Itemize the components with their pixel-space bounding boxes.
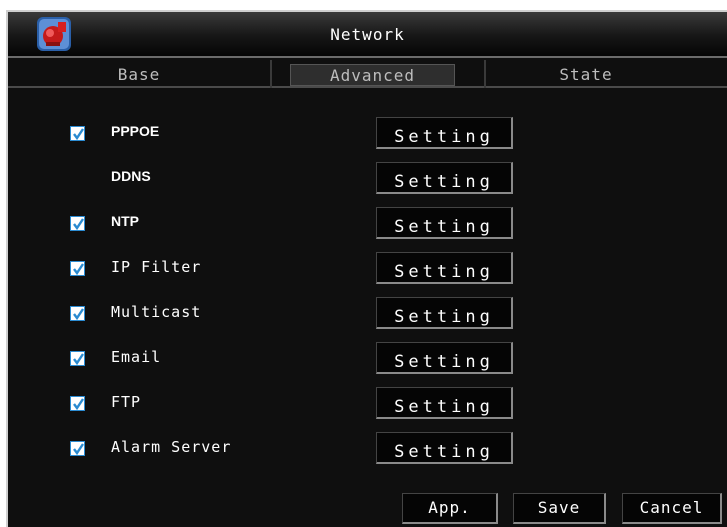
ddns-setting-button[interactable]: Setting [376,162,513,194]
list-item-pppoe: PPPOE Setting [8,117,727,151]
apply-button[interactable]: App. [402,493,498,524]
pppoe-setting-button[interactable]: Setting [376,117,513,149]
ddns-label: DDNS [111,168,151,184]
list-item-ftp: FTP Setting [8,387,727,421]
network-window: Network Base Advanced State PPPOE Settin… [6,10,727,527]
list-item-alarm-server: Alarm Server Setting [8,432,727,466]
ftp-label: FTP [111,393,142,411]
ntp-setting-button[interactable]: Setting [376,207,513,239]
multicast-setting-button[interactable]: Setting [376,297,513,329]
ntp-checkbox[interactable] [70,216,85,231]
check-icon [73,308,84,321]
check-icon [73,218,84,231]
list-item-email: Email Setting [8,342,727,376]
check-icon [73,263,84,276]
multicast-checkbox[interactable] [70,306,85,321]
alarm-server-checkbox[interactable] [70,441,85,456]
save-button[interactable]: Save [513,493,606,524]
email-checkbox[interactable] [70,351,85,366]
title-bar: Network [8,12,727,58]
check-icon [73,443,84,456]
cancel-button[interactable]: Cancel [622,493,722,524]
tab-advanced[interactable]: Advanced [290,64,455,86]
tab-divider [270,60,272,88]
email-setting-button[interactable]: Setting [376,342,513,374]
ip-filter-setting-button[interactable]: Setting [376,252,513,284]
pppoe-checkbox[interactable] [70,126,85,141]
alarm-server-label: Alarm Server [111,438,232,456]
multicast-label: Multicast [111,303,202,321]
ntp-label: NTP [111,213,139,229]
window-title: Network [330,25,405,44]
pppoe-label: PPPOE [111,123,160,139]
list-item-multicast: Multicast Setting [8,297,727,331]
ftp-checkbox[interactable] [70,396,85,411]
ip-filter-label: IP Filter [111,258,202,276]
tab-base[interactable]: Base [8,64,270,86]
ip-filter-checkbox[interactable] [70,261,85,276]
list-item-ddns: DDNS Setting [8,162,727,196]
list-item-ip-filter: IP Filter Setting [8,252,727,286]
alarm-server-setting-button[interactable]: Setting [376,432,513,464]
ftp-setting-button[interactable]: Setting [376,387,513,419]
email-label: Email [111,348,162,366]
check-icon [73,128,84,141]
check-icon [73,398,84,411]
tab-bar: Base Advanced State [8,60,727,88]
tab-state[interactable]: State [486,64,686,86]
check-icon [73,353,84,366]
list-item-ntp: NTP Setting [8,207,727,241]
